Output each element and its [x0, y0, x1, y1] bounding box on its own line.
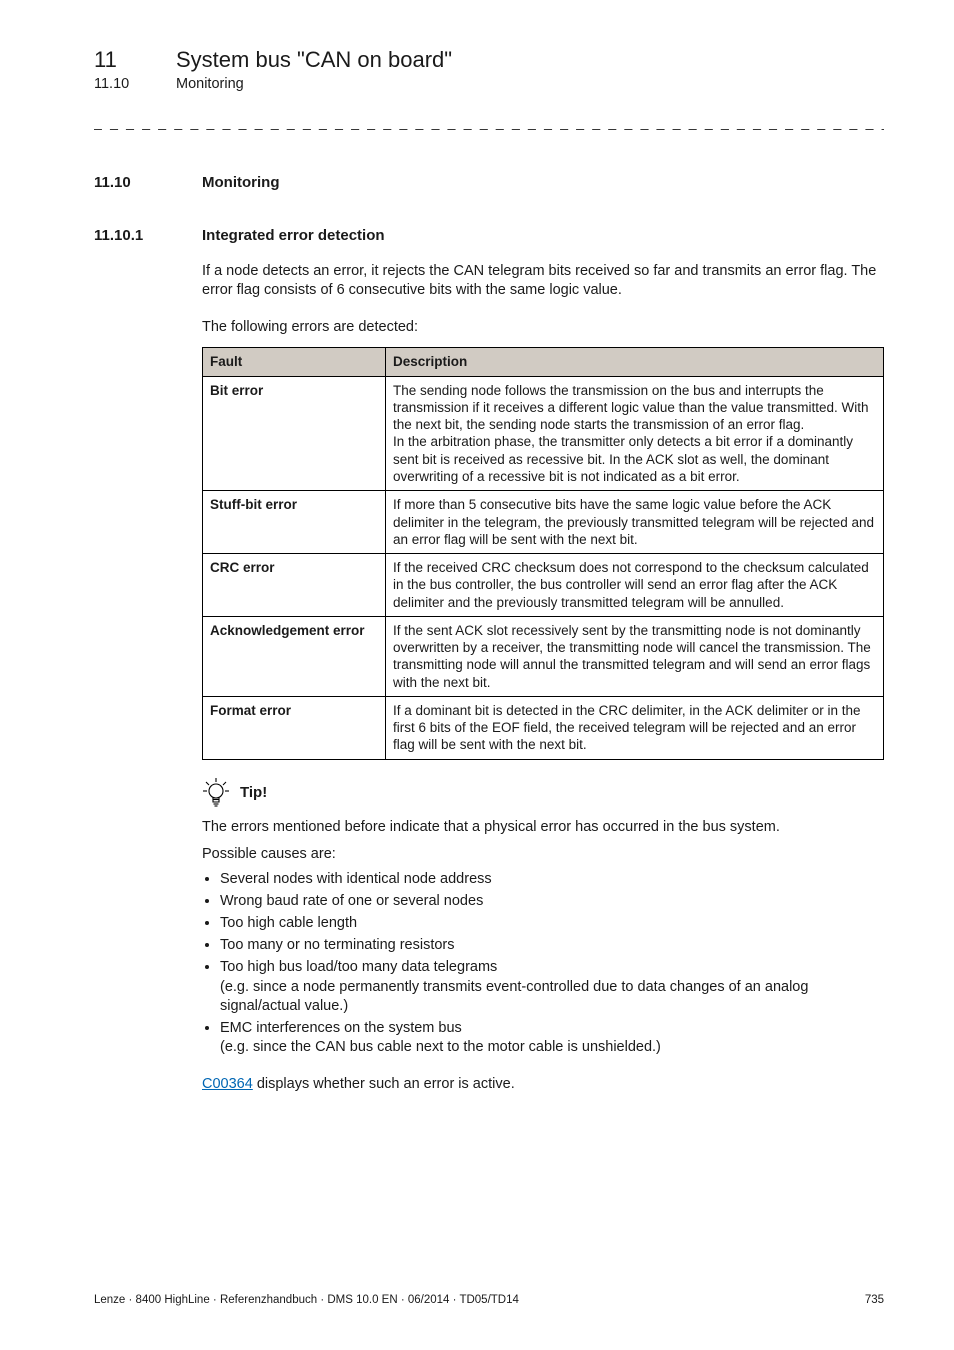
fault-table: Fault Description Bit error The sending …	[202, 347, 884, 759]
tip-label: Tip!	[240, 784, 267, 801]
section-heading: 11.10Monitoring	[94, 76, 884, 92]
table-row: CRC error If the received CRC checksum d…	[203, 554, 884, 617]
table-row: Stuff-bit error If more than 5 consecuti…	[203, 491, 884, 554]
table-lead: The following errors are detected:	[202, 318, 884, 337]
bullet-text: Wrong baud rate of one or several nodes	[220, 893, 483, 909]
heading-number: 11.10.1	[94, 227, 202, 244]
list-item: Too high bus load/too many data telegram…	[220, 958, 884, 1015]
fault-desc: If the sent ACK slot recessively sent by…	[386, 616, 884, 696]
col-description: Description	[386, 348, 884, 376]
fault-label: Stuff-bit error	[203, 491, 386, 554]
list-item: Too high cable length	[220, 914, 884, 933]
bullet-text: Several nodes with identical node addres…	[220, 871, 492, 887]
intro-paragraph: If a node detects an error, it rejects t…	[202, 262, 884, 300]
heading-title: Monitoring	[202, 174, 279, 191]
fault-desc: If more than 5 consecutive bits have the…	[386, 491, 884, 554]
heading-monitoring: 11.10 Monitoring	[94, 174, 884, 191]
tip-line1: The errors mentioned before indicate tha…	[202, 818, 884, 837]
section-number: 11.10	[94, 76, 176, 92]
bullet-text: EMC interferences on the system bus	[220, 1020, 462, 1036]
dashed-rule: _ _ _ _ _ _ _ _ _ _ _ _ _ _ _ _ _ _ _ _ …	[94, 114, 884, 130]
list-item: Too many or no terminating resistors	[220, 936, 884, 955]
table-row: Format error If a dominant bit is detect…	[203, 696, 884, 759]
footer-left: Lenze · 8400 HighLine · Referenzhandbuch…	[94, 1294, 519, 1306]
heading-title: Integrated error detection	[202, 227, 385, 244]
heading-integrated-error-detection: 11.10.1 Integrated error detection	[94, 227, 884, 244]
page-footer: Lenze · 8400 HighLine · Referenzhandbuch…	[94, 1294, 884, 1306]
chapter-number: 11	[94, 46, 176, 74]
closing-text: displays whether such an error is active…	[253, 1076, 515, 1092]
fault-label: Format error	[203, 696, 386, 759]
table-row: Acknowledgement error If the sent ACK sl…	[203, 616, 884, 696]
chapter-title: System bus "CAN on board"	[176, 47, 452, 72]
tip-heading: Tip!	[202, 778, 884, 808]
list-item: Several nodes with identical node addres…	[220, 870, 884, 889]
chapter-heading: 11System bus "CAN on board"	[94, 46, 884, 74]
table-row: Bit error The sending node follows the t…	[203, 376, 884, 491]
lightbulb-icon	[202, 778, 230, 808]
table-header-row: Fault Description	[203, 348, 884, 376]
fault-label: CRC error	[203, 554, 386, 617]
closing-paragraph: C00364 displays whether such an error is…	[202, 1075, 884, 1094]
fault-label: Acknowledgement error	[203, 616, 386, 696]
bullet-text: Too high bus load/too many data telegram…	[220, 959, 497, 975]
fault-desc: If a dominant bit is detected in the CRC…	[386, 696, 884, 759]
list-item: Wrong baud rate of one or several nodes	[220, 892, 884, 911]
list-item: EMC interferences on the system bus (e.g…	[220, 1019, 884, 1057]
footer-page-number: 735	[865, 1294, 884, 1306]
fault-desc: The sending node follows the transmissio…	[386, 376, 884, 491]
bullet-text: Too high cable length	[220, 915, 357, 931]
tip-bullet-list: Several nodes with identical node addres…	[202, 870, 884, 1057]
bullet-subtext: (e.g. since the CAN bus cable next to th…	[220, 1038, 884, 1057]
fault-desc: If the received CRC checksum does not co…	[386, 554, 884, 617]
heading-number: 11.10	[94, 174, 202, 191]
bullet-subtext: (e.g. since a node permanently transmits…	[220, 978, 884, 1016]
col-fault: Fault	[203, 348, 386, 376]
code-link[interactable]: C00364	[202, 1076, 253, 1092]
bullet-text: Too many or no terminating resistors	[220, 937, 455, 953]
section-title: Monitoring	[176, 76, 244, 92]
tip-line2: Possible causes are:	[202, 845, 884, 864]
fault-label: Bit error	[203, 376, 386, 491]
